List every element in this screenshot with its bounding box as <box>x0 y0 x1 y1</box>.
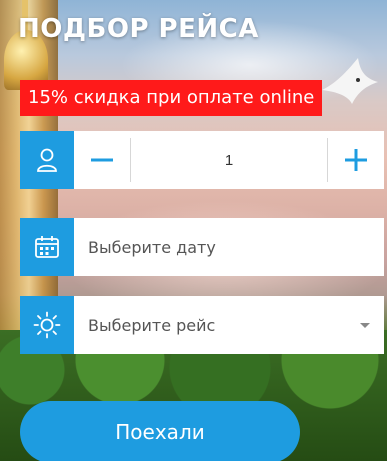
date-icon-box <box>20 218 74 276</box>
date-field[interactable]: Выберите дату <box>74 218 384 276</box>
promo-banner: 15% скидка при оплате online <box>20 80 323 116</box>
flight-select-placeholder: Выберите рейс <box>88 315 216 335</box>
passengers-row: 1 <box>20 131 384 189</box>
passenger-count[interactable]: 1 <box>130 138 328 182</box>
page-title: ПОДБОР РЕЙСА <box>18 14 259 44</box>
passenger-icon-box <box>20 131 74 189</box>
seagull-image <box>322 58 378 104</box>
calendar-icon <box>35 236 59 258</box>
submit-button[interactable]: Поехали <box>20 401 300 461</box>
chevron-down-icon <box>360 322 370 328</box>
passenger-stepper: 1 <box>74 131 384 189</box>
flight-icon-box <box>20 296 74 354</box>
sun-icon <box>33 311 61 339</box>
person-icon <box>37 148 57 172</box>
date-row[interactable]: Выберите дату <box>20 218 384 276</box>
plus-icon <box>345 149 367 171</box>
increment-button[interactable] <box>328 131 384 189</box>
minus-icon <box>91 158 113 162</box>
decrement-button[interactable] <box>74 131 130 189</box>
flight-row[interactable]: Выберите рейс <box>20 296 384 354</box>
flight-select[interactable]: Выберите рейс <box>74 296 384 354</box>
